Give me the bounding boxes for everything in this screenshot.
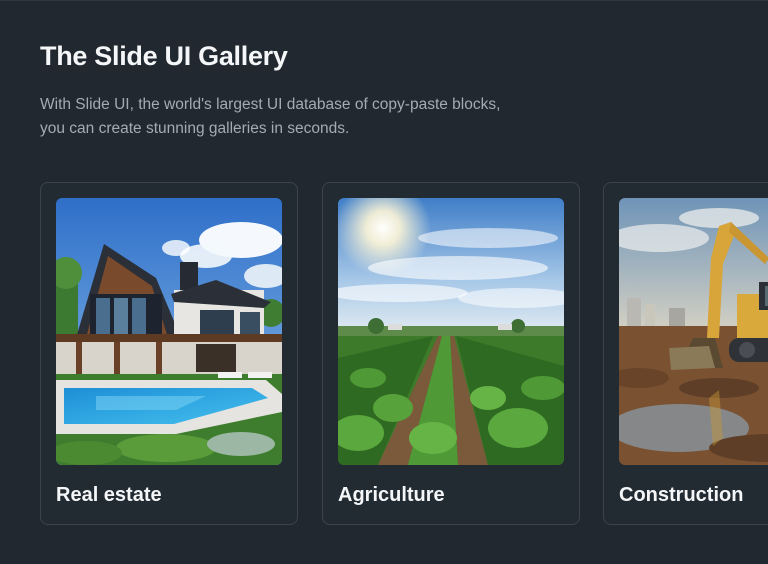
gallery-row: Real estate Agriculture Construction (40, 182, 768, 525)
gallery-page: The Slide UI Gallery With Slide UI, the … (0, 0, 768, 564)
page-subtitle: With Slide UI, the world's largest UI da… (40, 93, 580, 141)
construction-image[interactable] (619, 198, 768, 465)
gallery-card-agriculture[interactable]: Agriculture (322, 182, 580, 525)
gallery-card-real-estate[interactable]: Real estate (40, 182, 298, 525)
real-estate-image[interactable] (56, 198, 282, 465)
card-label: Agriculture (338, 484, 445, 506)
subtitle-line-2: you can create stunning galleries in sec… (40, 120, 350, 137)
card-label: Construction (619, 484, 744, 506)
page-title: The Slide UI Gallery (40, 41, 288, 71)
agriculture-image[interactable] (338, 198, 564, 465)
gallery-card-construction[interactable]: Construction (603, 182, 768, 525)
card-label: Real estate (56, 484, 162, 506)
subtitle-line-1: With Slide UI, the world's largest UI da… (40, 96, 501, 113)
